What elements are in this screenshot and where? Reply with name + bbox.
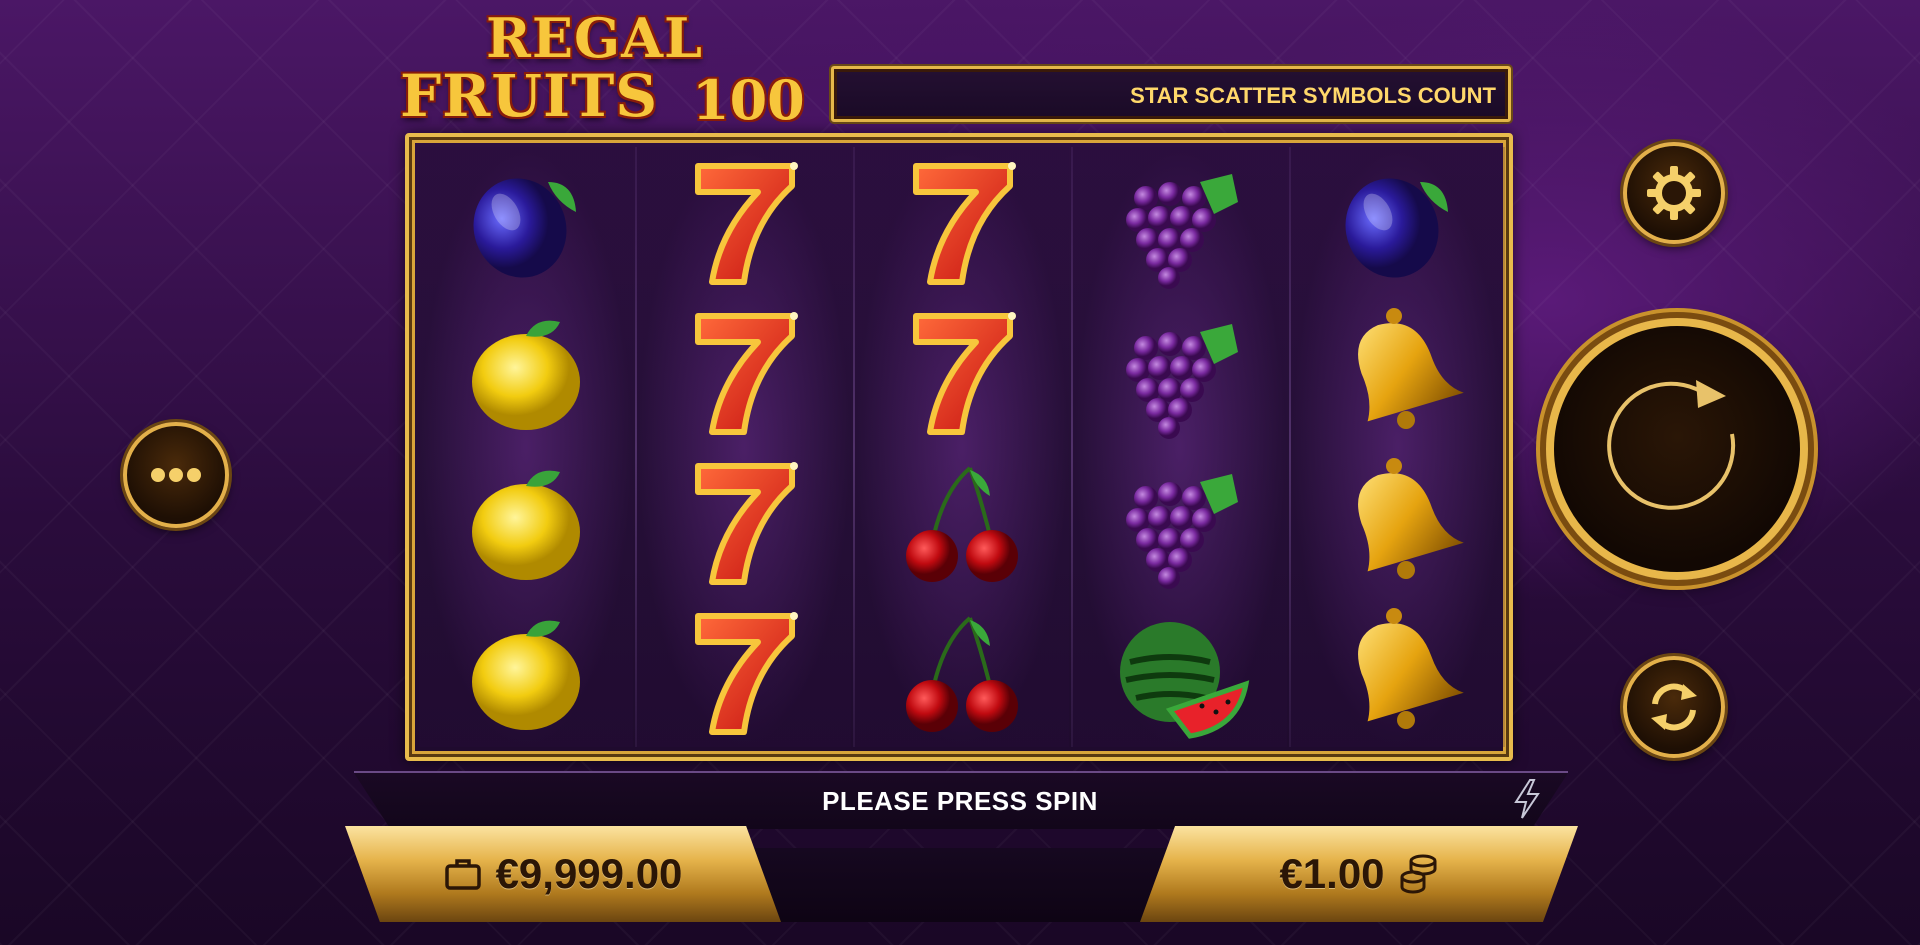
logo-number: 100 bbox=[692, 68, 805, 132]
symbol-cherry bbox=[855, 447, 1069, 597]
symbol-seven bbox=[637, 297, 851, 447]
symbol-watermelon bbox=[1073, 597, 1287, 747]
logo-line-1: REGAL bbox=[486, 6, 704, 70]
symbol-grapes bbox=[1073, 447, 1287, 597]
reels-area bbox=[405, 133, 1513, 761]
symbol-lemon bbox=[419, 447, 633, 597]
symbol-seven bbox=[855, 297, 1069, 447]
balance-display[interactable]: €9,999.00 bbox=[345, 826, 781, 922]
symbol-bell bbox=[1291, 447, 1505, 597]
symbol-seven bbox=[637, 147, 851, 297]
symbol-lemon bbox=[419, 297, 633, 447]
menu-button[interactable] bbox=[123, 422, 229, 528]
balance-amount: €9,999.00 bbox=[495, 850, 683, 897]
symbol-cherry bbox=[855, 597, 1069, 747]
wallet-icon bbox=[444, 859, 481, 890]
symbol-seven bbox=[637, 597, 851, 747]
message-bar-border bbox=[354, 771, 1568, 773]
spin-arrow-icon bbox=[1607, 380, 1736, 510]
coins-icon bbox=[1400, 854, 1437, 894]
reel-4 bbox=[1073, 147, 1287, 747]
autoplay-button[interactable] bbox=[1623, 656, 1725, 758]
bottom-bar bbox=[700, 848, 1220, 922]
symbol-grapes bbox=[1073, 297, 1287, 447]
symbol-plum bbox=[1291, 147, 1505, 297]
autoplay-icon bbox=[1651, 683, 1697, 731]
lightning-icon[interactable] bbox=[1512, 778, 1542, 820]
more-dots-icon bbox=[151, 468, 201, 482]
symbol-grapes bbox=[1073, 147, 1287, 297]
settings-button[interactable] bbox=[1623, 142, 1725, 244]
symbol-bell bbox=[1291, 297, 1505, 447]
spin-button[interactable] bbox=[1546, 318, 1808, 580]
game-logo: REGAL FRUITS 100 bbox=[400, 6, 820, 132]
reel-2 bbox=[637, 147, 851, 747]
symbol-seven bbox=[637, 447, 851, 597]
bet-display[interactable]: €1.00 bbox=[1140, 826, 1578, 922]
status-message: PLEASE PRESS SPIN bbox=[822, 786, 1098, 816]
symbol-seven bbox=[855, 147, 1069, 297]
reel-3 bbox=[855, 147, 1069, 747]
reel-1 bbox=[419, 147, 633, 747]
reel-5 bbox=[1291, 147, 1505, 747]
ticker-text: STAR SCATTER SYMBOLS COUNT bbox=[1130, 83, 1496, 108]
logo-line-2: FRUITS bbox=[400, 62, 659, 130]
symbol-lemon bbox=[419, 597, 633, 747]
bet-amount: €1.00 bbox=[1279, 850, 1385, 897]
gear-icon bbox=[1647, 166, 1701, 220]
info-ticker: STAR SCATTER SYMBOLS COUNT bbox=[831, 66, 1511, 122]
symbol-plum bbox=[419, 147, 633, 297]
symbol-bell bbox=[1291, 597, 1505, 747]
